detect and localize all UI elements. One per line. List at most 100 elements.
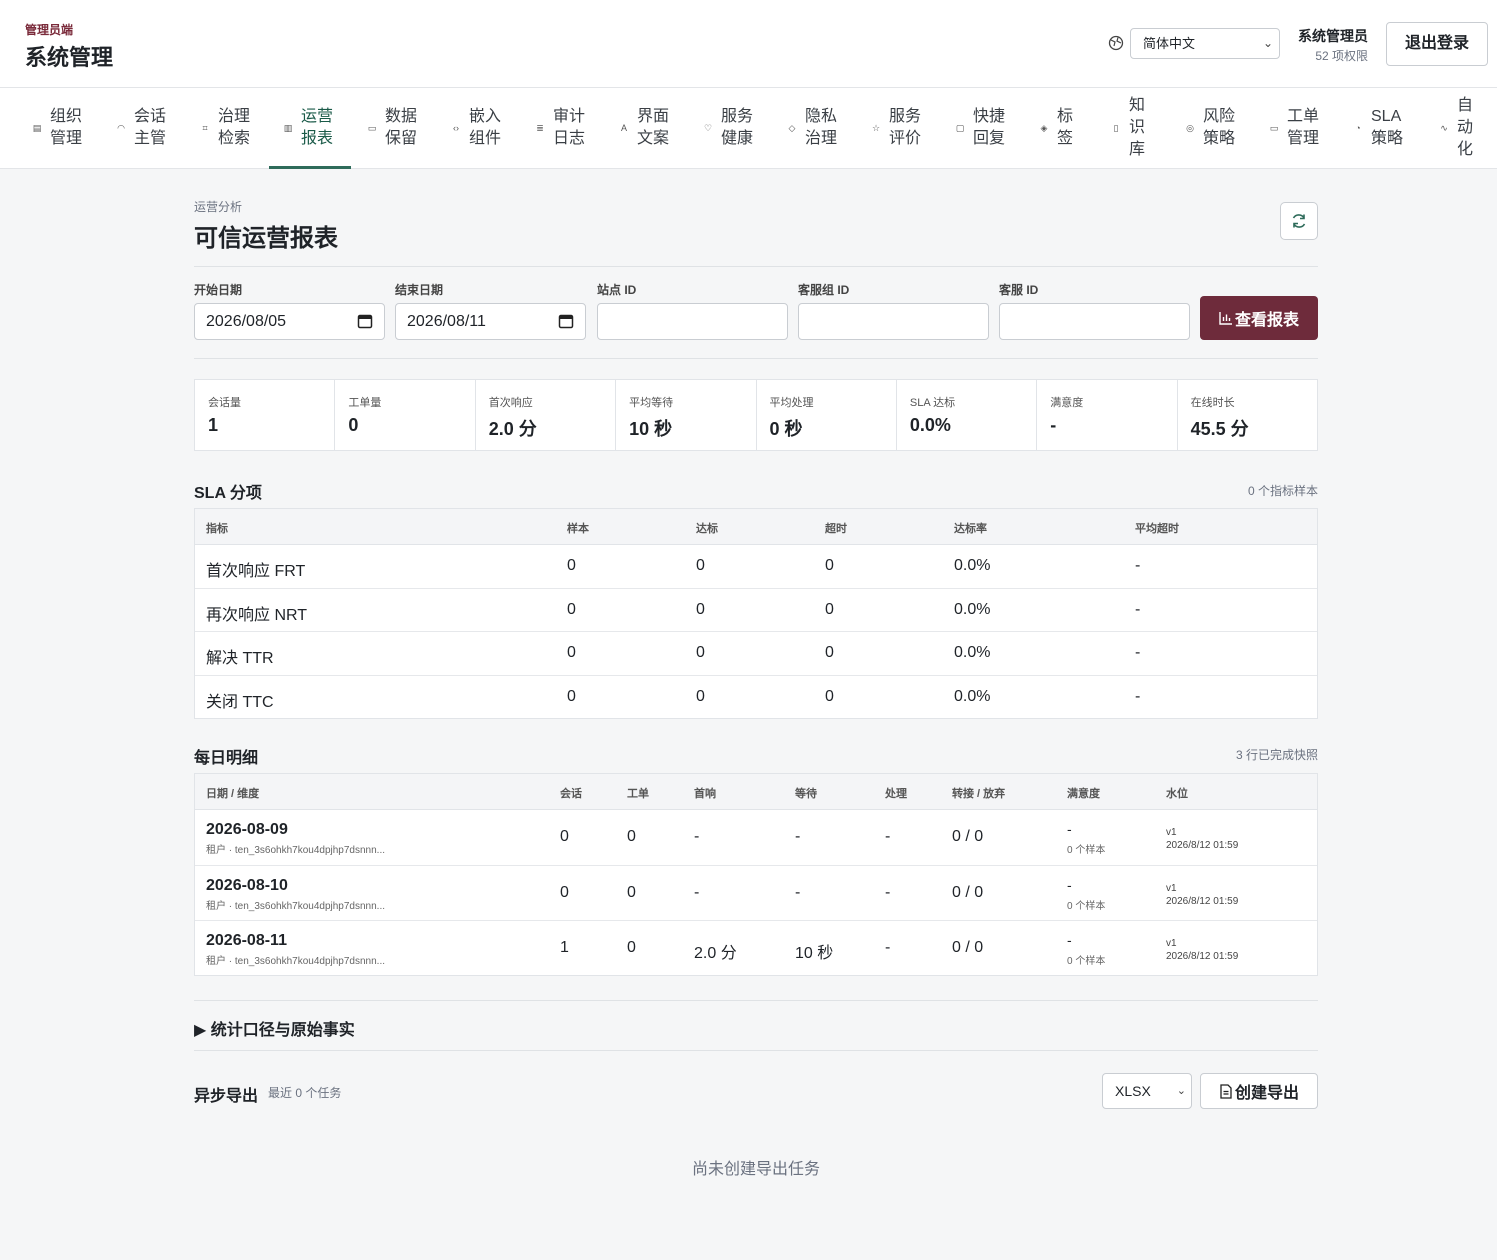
divider [194, 358, 1318, 359]
tab-17[interactable]: ◔ SLA策略 [1353, 88, 1405, 168]
table-cell: 0 [627, 883, 636, 901]
bar-chart-icon [1219, 312, 1232, 325]
create-export-label: 创建导出 [1234, 1085, 1299, 1102]
kpi-label: 工单量 [348, 397, 382, 409]
tab-2[interactable]: ◠ 会话主管 [116, 88, 168, 168]
top-header: 管理员端 系统管理 简体中文 ⌄ 系统管理员 52 项权限 退出登录 [0, 0, 1497, 88]
table-cell: - [694, 828, 700, 845]
kpi-card: 平均等待 10 秒 [616, 380, 757, 450]
tab-14[interactable]: ▯ 知识库 [1111, 88, 1146, 168]
row-satisfaction-samples: 0 个样本 [1067, 845, 1106, 856]
watermark-version: v1 [1166, 882, 1177, 894]
column-header: 超时 [825, 523, 847, 535]
kpi-label: 在线时长 [1190, 397, 1235, 409]
watermark-time: 2026/8/12 01:59 [1166, 951, 1239, 962]
kpi-value: 0 [348, 415, 359, 435]
language-value: 简体中文 [1143, 36, 1196, 51]
kpi-card: 会话量 1 [195, 380, 336, 450]
divider [194, 1000, 1318, 1001]
tab-label: 标签 [1057, 108, 1074, 147]
site-id-label: 站点 ID [597, 283, 637, 297]
table-cell: - [1135, 600, 1141, 618]
watermark-time: 2026/8/12 01:59 [1166, 840, 1239, 851]
table-cell: 0 [567, 600, 576, 618]
tab-label: 快捷回复 [973, 108, 1006, 147]
tab-label: 服务评价 [889, 108, 922, 147]
tab-10[interactable]: ◇ 隐私治理 [787, 88, 839, 168]
logout-button[interactable]: 退出登录 [1386, 22, 1488, 66]
start-date-input[interactable]: 2026/08/05 [194, 303, 385, 340]
tab-4[interactable]: ▥ 运营报表 [269, 88, 351, 169]
chevron-down-icon: ⌄ [1262, 36, 1273, 50]
calendar-icon[interactable] [357, 313, 373, 329]
table-cell: 1 [560, 939, 569, 956]
workflow-icon: ∿ [1440, 122, 1448, 133]
translate-icon: A [620, 123, 627, 133]
column-header: 满意度 [1067, 788, 1100, 800]
language-select[interactable]: 简体中文 ⌄ [1130, 28, 1280, 59]
site-id-input[interactable] [597, 303, 788, 340]
export-format-select[interactable]: XLSX ⌄ [1102, 1073, 1192, 1109]
group-id-input[interactable] [798, 303, 989, 340]
daily-section-note: 3 行已完成快照 [1235, 748, 1318, 762]
message-icon: ▢ [955, 122, 965, 133]
table-cell: 0 / 0 [952, 828, 984, 845]
tab-label: 自动化 [1457, 97, 1474, 158]
tab-13[interactable]: ◈ 标签 [1039, 88, 1074, 168]
watermark-time: 2026/8/12 01:59 [1166, 895, 1239, 907]
row-satisfaction-samples: 0 个样本 [1067, 900, 1106, 912]
end-date-input[interactable]: 2026/08/11 [395, 303, 586, 340]
stats-details-toggle[interactable]: ▶ 统计口径与原始事实 [194, 1016, 355, 1040]
daily-section-title: 每日明细 [194, 750, 259, 767]
row-watermark: v1 2026/8/12 01:59 [1166, 937, 1238, 963]
tab-9[interactable]: ♡ 服务健康 [703, 88, 755, 168]
chevron-down-icon: ⌄ [1176, 1085, 1186, 1097]
headset-icon: ◠ [117, 122, 125, 133]
table-cell: 0 [696, 687, 705, 705]
tab-1[interactable]: ▤ 组织管理 [32, 88, 84, 168]
tab-5[interactable]: ▭ 数据保留 [367, 88, 419, 168]
nav-tabs: ▤ 组织管理 ◠ 会话主管 ⌗ 治理检索 ▥ 运营报表 ▭ 数据保留 ‹› 嵌入组件 ≣ 审计日志 A 界面文… [0, 88, 1497, 169]
table-row: 2026-08-09 租户 · ten_3s6ohkh7kou4dpjhp7dsn… [195, 810, 1317, 866]
export-section-note: 最近 0 个任务 [268, 1086, 342, 1100]
kpi-strip: 会话量 1 工单量 0 首次响应 2.0 分 平均等待 10 秒 平均处理 0 秒 SLA 达标 0.… [194, 379, 1318, 451]
archive-icon: ▭ [367, 122, 377, 133]
tab-7[interactable]: ≣ 审计日志 [535, 88, 587, 168]
table-header: 日期 / 维度 会话 工单 首响 等待 处理 转接 / 放弃 满意度 水位 [195, 774, 1317, 810]
column-header: 等待 [795, 788, 817, 800]
sla-table: 指标 样本 达标 超时 达标率 平均超时 首次响应 FRT 0 0 0 0.0% - 再次响应 NRT 0… [194, 508, 1318, 719]
kpi-label: 首次响应 [488, 397, 533, 409]
tab-11[interactable]: ☆ 服务评价 [871, 88, 923, 168]
agent-id-label: 客服 ID [999, 283, 1039, 297]
refresh-button[interactable] [1280, 202, 1318, 240]
tab-3[interactable]: ⌗ 治理检索 [200, 88, 252, 168]
view-report-button[interactable]: 查看报表 [1200, 296, 1318, 340]
log-icon: ≣ [536, 122, 544, 133]
tab-8[interactable]: A 界面文案 [619, 88, 671, 168]
tab-15[interactable]: ◎ 风险策略 [1185, 88, 1237, 168]
tab-label: 风险策略 [1203, 108, 1236, 147]
tab-6[interactable]: ‹› 嵌入组件 [451, 88, 503, 168]
sla-section-note: 0 个指标样本 [1247, 484, 1318, 498]
tab-18[interactable]: ∿ 自动化 [1439, 88, 1474, 168]
kpi-label: 满意度 [1050, 397, 1084, 409]
create-export-button[interactable]: 创建导出 [1200, 1073, 1318, 1109]
tab-label: 服务健康 [721, 108, 754, 147]
kpi-label: SLA 达标 [909, 397, 956, 409]
end-date-value: 2026/08/11 [407, 313, 486, 330]
table-cell: 0 [627, 828, 636, 845]
table-cell: - [795, 883, 801, 901]
tab-12[interactable]: ▢ 快捷回复 [955, 88, 1007, 168]
agent-id-input[interactable] [999, 303, 1190, 340]
tab-16[interactable]: ▭ 工单管理 [1269, 88, 1321, 168]
table-cell: 0 [560, 883, 569, 901]
sla-section-title: SLA 分项 [194, 485, 262, 502]
tab-label: SLA策略 [1371, 108, 1404, 147]
table-cell: 0 [560, 828, 569, 845]
column-header: 达标率 [954, 523, 987, 535]
timer-icon: ◔ [1355, 123, 1361, 133]
kpi-value: 0 秒 [769, 419, 803, 439]
kpi-value: 0.0% [909, 415, 951, 435]
table-cell: 解决 TTR [206, 650, 274, 667]
calendar-icon[interactable] [558, 313, 574, 329]
